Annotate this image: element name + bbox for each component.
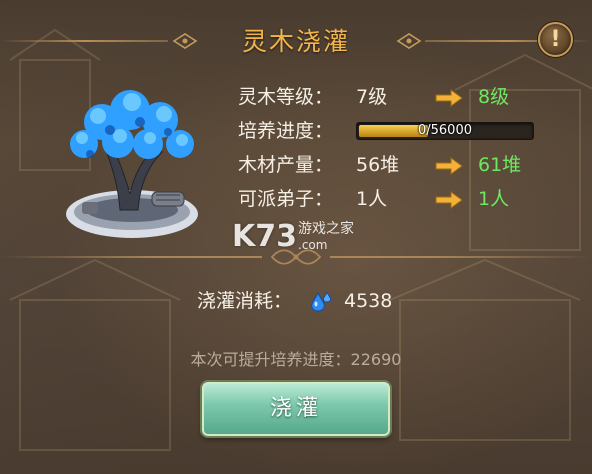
level-next-value: 8级	[478, 86, 510, 108]
progress-bar: 0/56000	[356, 122, 534, 140]
section-divider-left	[0, 256, 262, 258]
stat-row-progress: 培养进度： 0/56000	[238, 116, 558, 146]
cost-value: 4538	[344, 290, 393, 312]
level-current-value: 7级	[356, 86, 388, 108]
knot-ornament-icon	[270, 249, 322, 265]
section-divider-right	[330, 256, 592, 258]
water-drop-icon	[311, 291, 332, 312]
arrow-right-icon	[435, 89, 463, 107]
watermark-subtitle: 游戏之家	[298, 221, 354, 237]
panel-title: 灵木浇灌	[241, 27, 350, 56]
cost-label: 浇灌消耗：	[197, 290, 293, 312]
progress-label: 培养进度：	[238, 120, 334, 142]
disciples-label: 可派弟子：	[238, 188, 334, 210]
stat-row-disciples: 可派弟子： 1人 1人	[238, 184, 558, 214]
disciples-next-value: 1人	[478, 188, 510, 210]
progress-boost-text: 本次可提升培养进度：22690	[190, 350, 402, 369]
wood-next-value: 61堆	[478, 154, 522, 176]
stat-row-wood: 木材产量： 56堆 61堆	[238, 150, 558, 180]
stat-row-level: 灵木等级： 7级 8级	[238, 82, 558, 112]
arrow-right-icon	[435, 157, 463, 175]
wood-label: 木材产量：	[238, 154, 334, 176]
spirit-tree-icon	[66, 90, 198, 238]
progress-text: 0/56000	[417, 123, 472, 138]
watering-panel: 灵木浇灌 ! 灵木等级： 7级 8级 培养进度： 0/56000 木材产量： 5…	[0, 0, 592, 474]
title-bar: 灵木浇灌	[0, 0, 592, 84]
disciples-current-value: 1人	[356, 188, 388, 210]
wood-current-value: 56堆	[356, 154, 400, 176]
level-label: 灵木等级：	[238, 86, 334, 108]
water-button[interactable]: 浇灌	[202, 382, 390, 436]
arrow-right-icon	[435, 191, 463, 209]
info-button[interactable]: !	[538, 22, 573, 57]
